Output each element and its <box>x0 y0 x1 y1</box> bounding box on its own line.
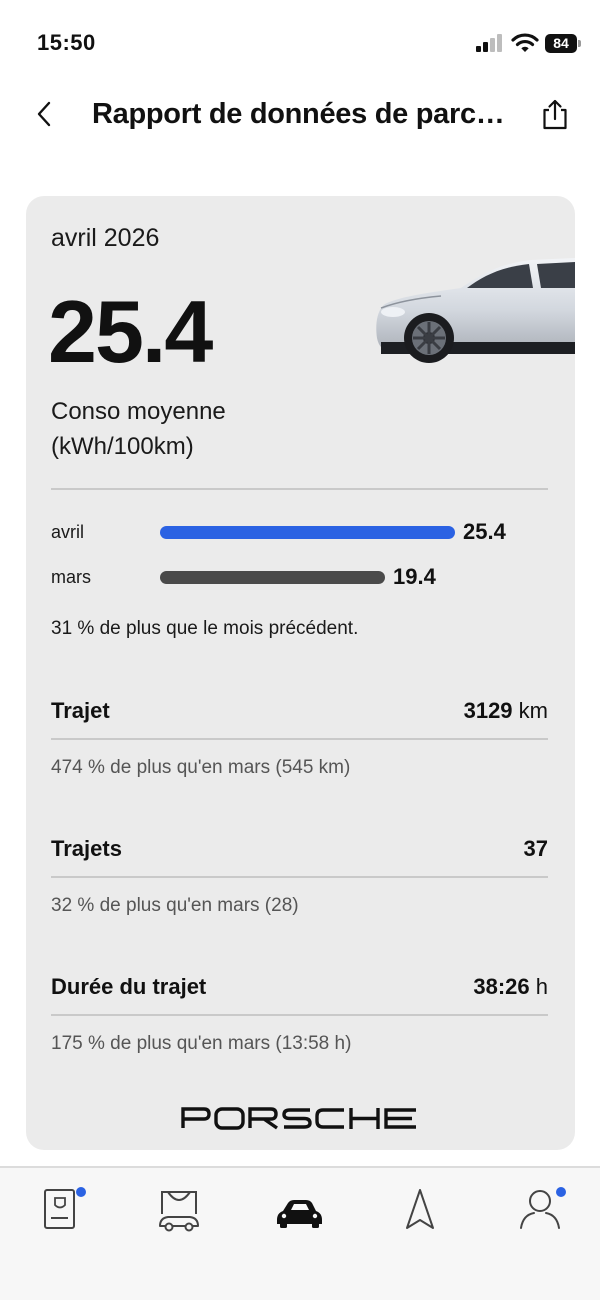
trip-duration-value: 38:26 h <box>473 974 548 999</box>
data-report-card: avril 2026 25.4 Conso moyenne (kWh/100km… <box>26 196 575 1150</box>
cellular-signal-icon <box>476 34 506 52</box>
profile-notification-badge <box>556 1187 566 1197</box>
garage-car-icon <box>159 1191 199 1232</box>
consumption-label-line1: Conso moyenne <box>51 398 226 425</box>
divider <box>51 738 548 740</box>
current-month-value: 25.4 <box>463 519 506 544</box>
battery-icon: 84 <box>545 34 581 53</box>
wifi-icon <box>511 33 539 52</box>
status-bar: 15:50 84 <box>0 0 600 80</box>
divider <box>51 876 548 878</box>
back-button[interactable] <box>30 96 60 132</box>
previous-month-value: 19.4 <box>393 564 436 589</box>
divider <box>51 1014 548 1016</box>
tab-documents[interactable] <box>30 1186 90 1238</box>
average-consumption-value: 25.4 <box>48 282 213 381</box>
documents-notification-badge <box>76 1187 86 1197</box>
distance-note: 474 % de plus qu'en mars (545 km) <box>51 757 351 778</box>
page-title: Rapport de données de parco... <box>92 98 512 130</box>
car-icon <box>277 1200 322 1228</box>
previous-month-label: mars <box>51 567 91 587</box>
comparison-note: 31 % de plus que le mois précédent. <box>51 618 359 639</box>
bottom-tab-bar <box>0 1166 600 1300</box>
tab-garage[interactable] <box>150 1186 210 1238</box>
tab-navigation[interactable] <box>389 1186 449 1238</box>
trips-note: 32 % de plus qu'en mars (28) <box>51 895 299 916</box>
current-month-label: avril <box>51 522 85 542</box>
distance-label: Trajet <box>51 698 110 723</box>
vehicle-image <box>376 258 575 363</box>
average-consumption-label: Conso moyenne (kWh/100km) <box>51 394 226 464</box>
distance-value: 3129 km <box>463 698 548 723</box>
trip-duration-label: Durée du trajet <box>51 974 207 999</box>
previous-month-bar <box>160 571 385 584</box>
divider <box>51 488 548 490</box>
trips-value: 37 <box>523 836 548 861</box>
current-month-bar <box>160 526 455 539</box>
share-button[interactable] <box>538 96 572 132</box>
battery-level: 84 <box>545 34 577 53</box>
trips-label: Trajets <box>51 836 122 861</box>
navigation-bar: Rapport de données de parco... <box>0 82 600 148</box>
navigation-arrow-icon <box>406 1189 434 1229</box>
report-period: avril 2026 <box>51 224 160 252</box>
status-time: 15:50 <box>37 30 96 55</box>
porsche-logo <box>181 1107 416 1130</box>
consumption-label-unit: (kWh/100km) <box>51 433 194 460</box>
trip-duration-note: 175 % de plus qu'en mars (13:58 h) <box>51 1033 352 1054</box>
tab-vehicle[interactable] <box>269 1186 329 1238</box>
tab-profile[interactable] <box>509 1186 569 1238</box>
